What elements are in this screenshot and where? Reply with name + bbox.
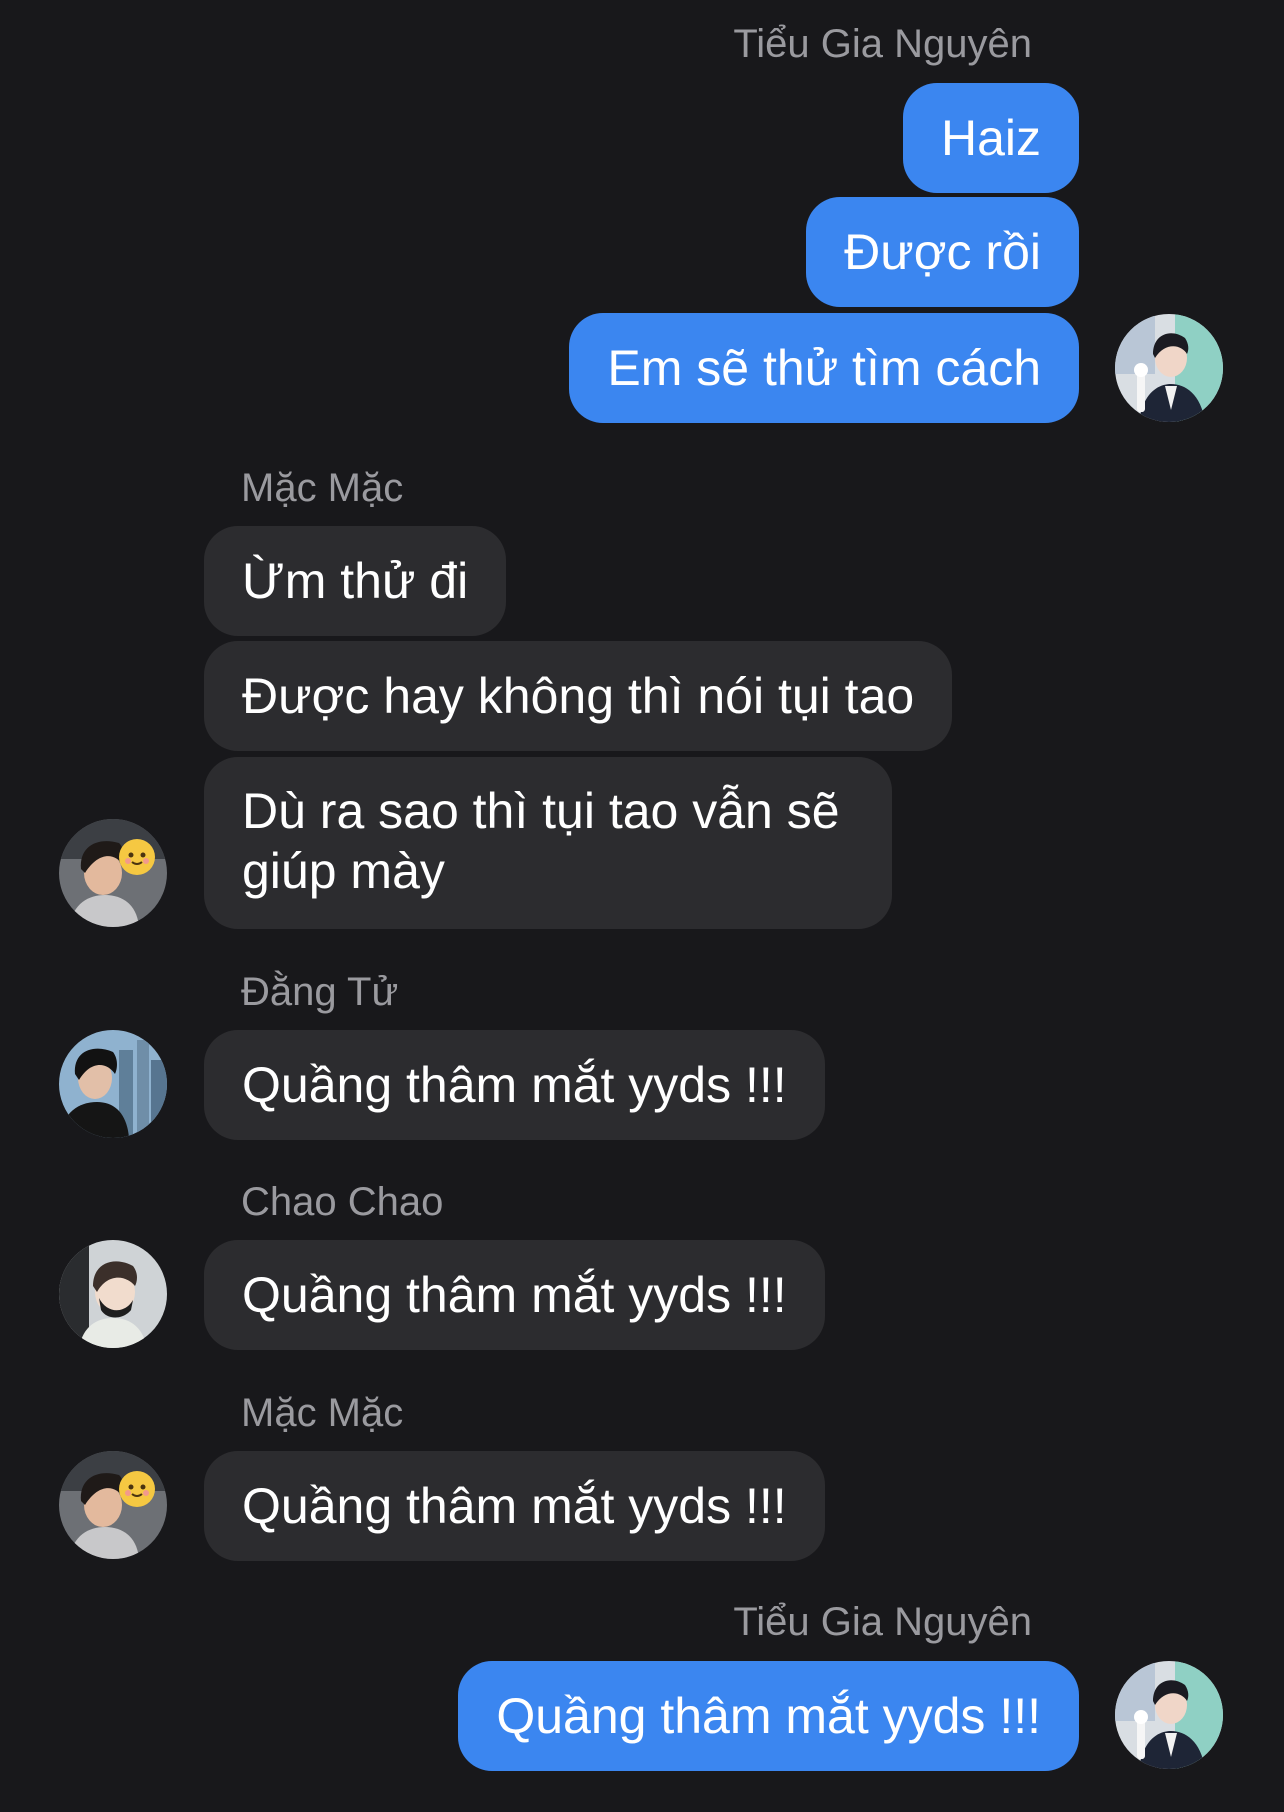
avatar-image: [1115, 1661, 1223, 1769]
message-bubble-incoming[interactable]: Quầng thâm mắt yyds !!!: [204, 1451, 825, 1561]
avatar[interactable]: [1115, 314, 1223, 422]
message-text: Em sẽ thử tìm cách: [607, 340, 1041, 396]
message-bubble-incoming[interactable]: Quầng thâm mắt yyds !!!: [204, 1240, 825, 1350]
sender-name: Tiểu Gia Nguyên: [733, 1600, 1032, 1644]
sender-name: Tiểu Gia Nguyên: [733, 22, 1032, 66]
avatar[interactable]: [1115, 1661, 1223, 1769]
message-text: Được hay không thì nói tụi tao: [242, 668, 915, 724]
sender-name: Mặc Mặc: [241, 466, 404, 510]
message-bubble-incoming[interactable]: Dù ra sao thì tụi tao vẫn sẽ giúp mày: [204, 757, 892, 929]
avatar-image: [59, 1240, 167, 1348]
message-text: Haiz: [940, 110, 1041, 166]
message-bubble-incoming[interactable]: Được hay không thì nói tụi tao: [204, 641, 953, 751]
avatar-image: [1115, 314, 1223, 422]
message-text: Quầng thâm mắt yyds !!!: [496, 1688, 1041, 1744]
message-bubble-outgoing[interactable]: Quầng thâm mắt yyds !!!: [458, 1661, 1079, 1771]
avatar[interactable]: [59, 1451, 167, 1559]
message-text: Dù ra sao thì tụi tao vẫn sẽ giúp mày: [242, 783, 840, 899]
sender-name: Đằng Tử: [241, 970, 399, 1014]
avatar-image: [59, 1451, 167, 1559]
message-bubble-outgoing[interactable]: Được rồi: [806, 197, 1079, 307]
avatar[interactable]: [59, 819, 167, 927]
message-bubble-outgoing[interactable]: Haiz: [902, 83, 1079, 193]
message-text: Quầng thâm mắt yyds !!!: [242, 1267, 787, 1323]
sender-name: Mặc Mặc: [241, 1391, 404, 1435]
message-text: Được rồi: [844, 224, 1041, 280]
avatar-image: [59, 1030, 167, 1138]
avatar[interactable]: [59, 1030, 167, 1138]
message-bubble-incoming[interactable]: Ừm thử đi: [204, 526, 507, 636]
avatar[interactable]: [59, 1240, 167, 1348]
sender-name: Chao Chao: [241, 1180, 444, 1224]
message-bubble-incoming[interactable]: Quầng thâm mắt yyds !!!: [204, 1030, 825, 1140]
message-text: Quầng thâm mắt yyds !!!: [242, 1057, 787, 1113]
message-text: Quầng thâm mắt yyds !!!: [242, 1478, 787, 1534]
message-bubble-outgoing[interactable]: Em sẽ thử tìm cách: [569, 313, 1079, 423]
avatar-image: [59, 819, 167, 927]
message-text: Ừm thử đi: [242, 553, 469, 609]
